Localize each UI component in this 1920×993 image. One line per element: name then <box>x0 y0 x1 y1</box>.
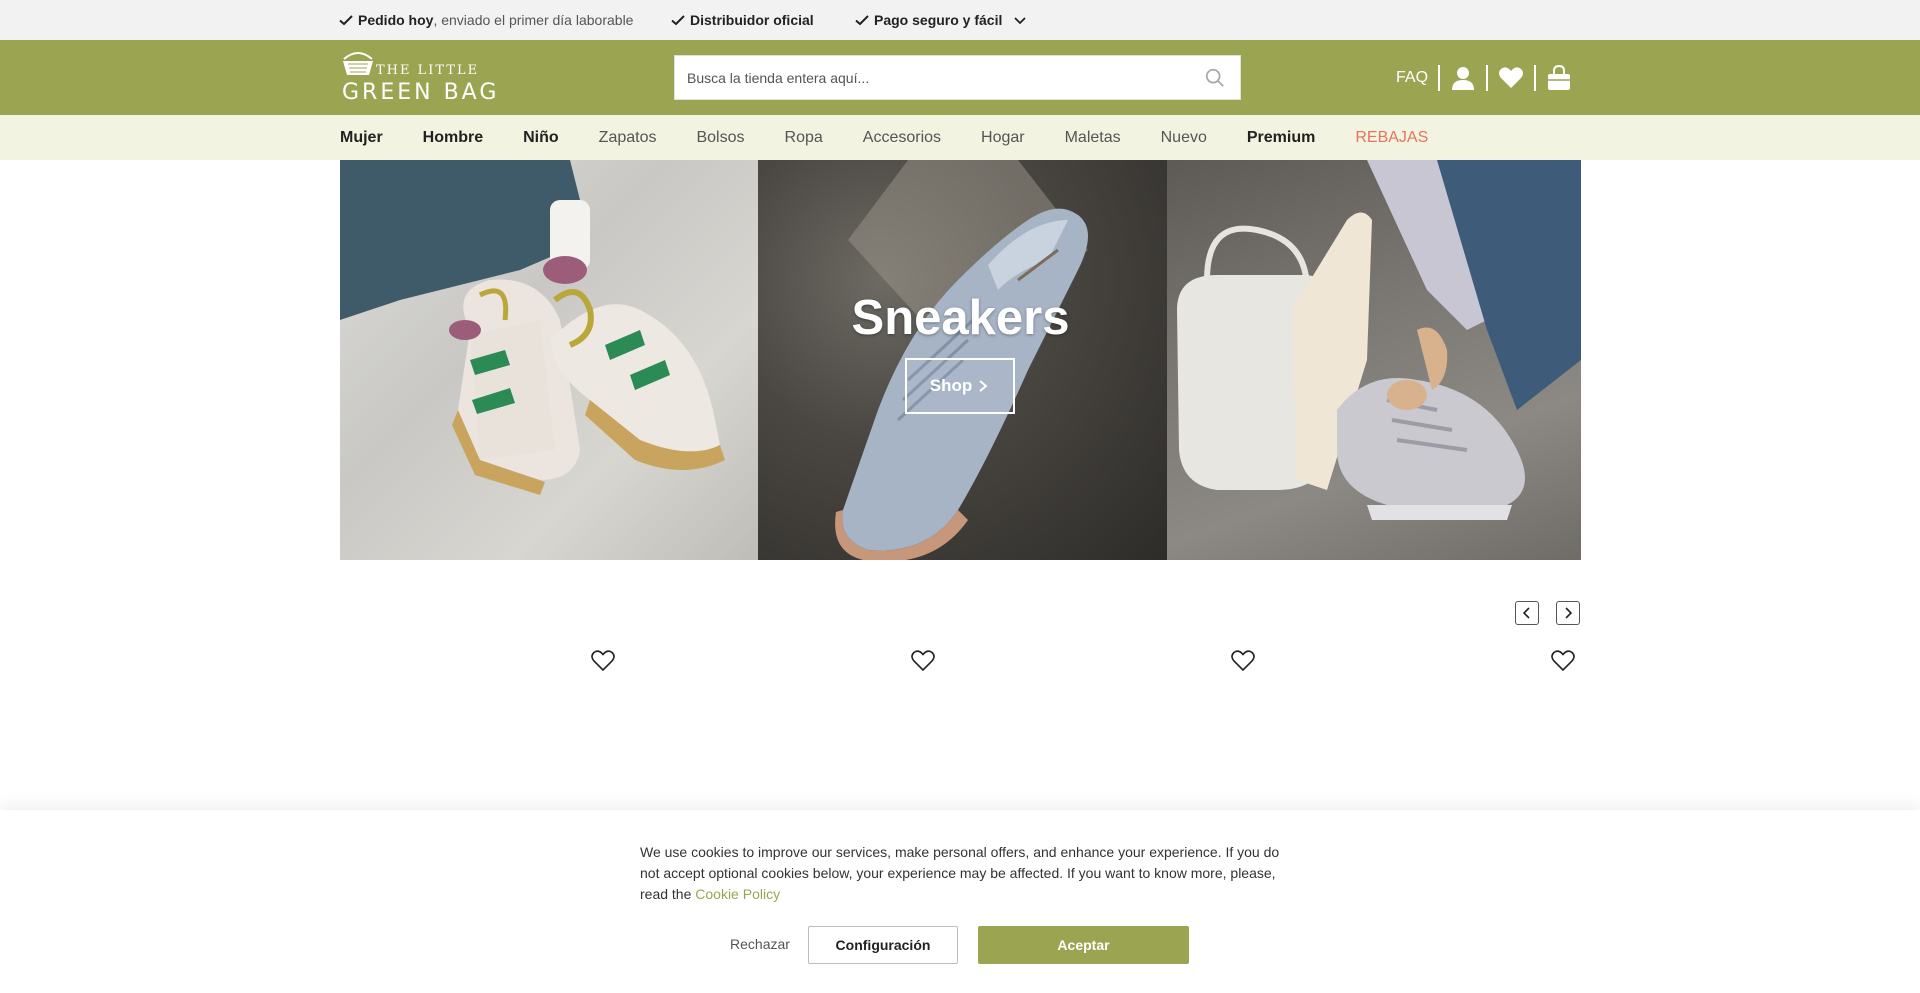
nav-item-mujer[interactable]: Mujer <box>340 129 383 147</box>
cart-button[interactable] <box>1536 65 1582 91</box>
nav-item-rebajas[interactable]: REBAJAS <box>1355 129 1428 147</box>
chevron-right-icon <box>1565 607 1573 619</box>
search-input[interactable] <box>675 56 1204 99</box>
cookie-banner: We use cookies to improve our services, … <box>0 810 1920 993</box>
heart-outline-icon <box>911 650 935 672</box>
hero-banner[interactable]: Sneakers Shop <box>340 160 1581 560</box>
heart-outline-icon <box>1231 650 1255 672</box>
nav-item-hombre[interactable]: Hombre <box>423 129 483 147</box>
check-icon <box>855 15 869 26</box>
check-icon <box>339 15 353 26</box>
heart-outline-icon <box>1551 650 1575 672</box>
logo-line-1: THE LITTLE <box>376 63 480 78</box>
nav-item-hogar[interactable]: Hogar <box>981 129 1025 147</box>
product-wishlist-button[interactable] <box>1550 648 1576 674</box>
cookie-text: We use cookies to improve our services, … <box>640 842 1280 905</box>
usp-shipping-bold: Pedido hoy <box>358 12 434 28</box>
basket-logo-icon <box>343 52 373 75</box>
heart-outline-icon <box>591 650 615 672</box>
nav-item-accesorios[interactable]: Accesorios <box>863 129 941 147</box>
product-wishlist-button[interactable] <box>590 648 616 674</box>
heart-icon <box>1499 67 1524 88</box>
cookie-policy-link[interactable]: Cookie Policy <box>695 886 780 902</box>
product-wishlist-button[interactable] <box>1230 648 1256 674</box>
hero-image-left <box>340 160 758 560</box>
user-icon <box>1452 67 1475 90</box>
nav-item-ropa[interactable]: Ropa <box>785 129 823 147</box>
hero-shop-label: Shop <box>929 376 973 395</box>
chevron-right-icon <box>979 380 988 392</box>
usp-item-shipping: Pedido hoy, enviado el primer día labora… <box>338 0 633 40</box>
nav-list: Mujer Hombre Niño Zapatos Bolsos Ropa Ac… <box>340 115 1468 160</box>
usp-shipping-rest: , enviado el primer día laborable <box>433 12 634 28</box>
usp-item-payment: Pago seguro y fácil <box>854 0 1002 40</box>
site-header: THE LITTLE GREEN BAG FAQ <box>0 40 1920 115</box>
faq-link[interactable]: FAQ <box>1396 65 1441 91</box>
product-wishlist-button[interactable] <box>910 648 936 674</box>
usp-payment-label: Pago seguro y fácil <box>874 12 1003 28</box>
shopping-bag-icon <box>1548 65 1571 90</box>
nav-item-nino[interactable]: Niño <box>523 129 559 147</box>
chevron-left-icon <box>1522 607 1530 619</box>
cookie-settings-button[interactable]: Configuración <box>808 926 958 964</box>
nav-item-nuevo[interactable]: Nuevo <box>1161 129 1207 147</box>
check-icon <box>671 15 685 26</box>
accept-cookies-button[interactable]: Aceptar <box>978 926 1189 964</box>
carousel-prev-button[interactable] <box>1515 601 1539 625</box>
nav-item-bolsos[interactable]: Bolsos <box>696 129 744 147</box>
account-button[interactable] <box>1440 65 1489 91</box>
usp-bar: Pedido hoy, enviado el primer día labora… <box>0 0 1920 40</box>
carousel-next-button[interactable] <box>1556 601 1580 625</box>
usp-distributor-label: Distribuidor oficial <box>690 12 814 28</box>
search-bar <box>674 55 1241 100</box>
hero-title: Sneakers <box>851 291 1070 345</box>
main-nav: Mujer Hombre Niño Zapatos Bolsos Ropa Ac… <box>0 115 1920 160</box>
chevron-down-icon[interactable] <box>1012 12 1028 28</box>
usp-item-distributor: Distribuidor oficial <box>670 0 814 40</box>
reject-cookies-button[interactable]: Rechazar <box>718 926 802 962</box>
hero-shop-button[interactable]: Shop <box>905 358 1015 414</box>
nav-item-maletas[interactable]: Maletas <box>1065 129 1121 147</box>
logo-line-2: GREEN BAG <box>342 80 500 105</box>
hero-image-right <box>1167 160 1581 560</box>
nav-item-premium[interactable]: Premium <box>1247 129 1315 147</box>
header-actions: FAQ <box>1396 62 1582 94</box>
search-icon[interactable] <box>1204 67 1226 89</box>
wishlist-button[interactable] <box>1488 65 1537 91</box>
logo[interactable]: THE LITTLE GREEN BAG <box>340 49 496 105</box>
nav-item-zapatos[interactable]: Zapatos <box>599 129 657 147</box>
